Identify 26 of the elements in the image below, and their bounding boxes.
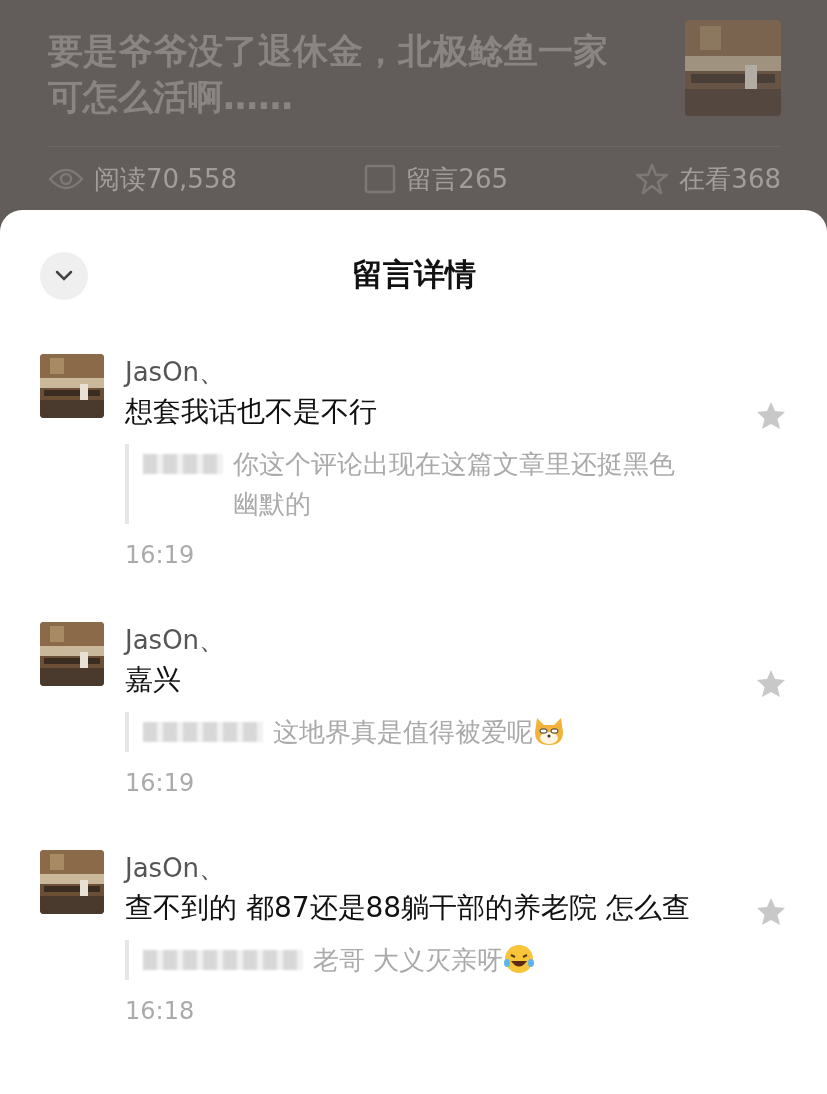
author-name: JasOn、 [125, 852, 227, 885]
comment-text: 嘉兴 [125, 662, 182, 698]
collapse-button[interactable] [40, 252, 88, 300]
stat-label: 阅读70,558 [94, 163, 237, 195]
dog-face-icon [533, 716, 565, 746]
author-name: JasOn、 [125, 356, 227, 389]
stat-label: 在看368 [679, 163, 781, 195]
comment-time: 16:19 [125, 768, 196, 799]
star-icon[interactable] [755, 400, 787, 432]
comment-text: 查不到的 都87还是88躺干部的养老院 怎么查 [125, 890, 691, 926]
square-icon [364, 164, 397, 194]
star-icon[interactable] [755, 896, 787, 928]
stat-label: 留言265 [406, 163, 508, 195]
comment-time: 16:19 [125, 540, 196, 571]
eye-icon [48, 167, 84, 191]
sheet-title: 留言详情 [351, 255, 476, 294]
star-icon[interactable] [755, 668, 787, 700]
reply-text: 老哥 大义灭亲呀 [313, 944, 504, 977]
author-name: JasOn、 [125, 624, 226, 657]
reply-text: 你这个评论出现在这篇文章里还挺黑色幽默的 [233, 448, 676, 521]
laughing-face-icon [503, 944, 536, 974]
reply-text: 这地界真是值得被爱呢 [273, 716, 533, 749]
chevron-down-icon [55, 270, 73, 282]
star-outline-icon [635, 163, 670, 195]
comment-text: 想套我话也不是不行 [125, 394, 377, 430]
comment-time: 16:18 [125, 996, 196, 1027]
